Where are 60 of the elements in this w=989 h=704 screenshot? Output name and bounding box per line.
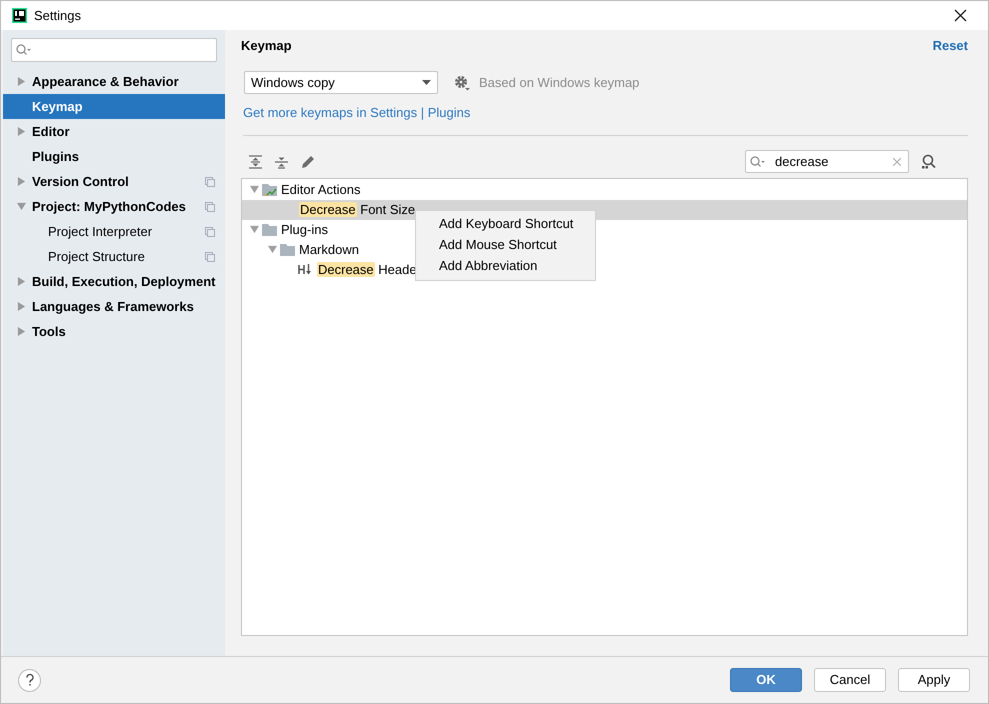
expanded-arrow-icon[interactable] <box>17 202 26 211</box>
sidebar-item[interactable]: Plugins <box>3 144 225 169</box>
copy-icon <box>205 202 215 212</box>
reset-link[interactable]: Reset <box>932 36 968 56</box>
sidebar-item[interactable]: Keymap <box>3 94 225 119</box>
app-logo-icon <box>12 8 27 23</box>
copy-icon <box>205 226 215 236</box>
keymap-dropdown[interactable]: Windows copy <box>244 71 438 94</box>
find-shortcut-icon[interactable] <box>920 154 936 170</box>
help-button[interactable] <box>18 668 41 692</box>
sidebar-item[interactable]: Version Control <box>3 169 225 194</box>
collapsed-arrow-icon[interactable] <box>17 302 26 311</box>
sidebar-item[interactable]: Project Interpreter <box>3 219 225 244</box>
page-title: Keymap <box>241 37 292 56</box>
collapsed-arrow-icon[interactable] <box>17 177 26 186</box>
search-field[interactable] <box>11 38 217 62</box>
tree-item[interactable]: Markdown <box>299 240 359 260</box>
sidebar-item[interactable]: Project Structure <box>3 244 225 269</box>
expanded-arrow-icon[interactable] <box>250 185 258 194</box>
sidebar-item[interactable]: Languages & Frameworks <box>3 294 225 319</box>
copy-icon <box>205 176 215 186</box>
collapsed-arrow-icon[interactable] <box>17 77 26 86</box>
search-icon <box>16 44 31 56</box>
collapsed-arrow-icon[interactable] <box>17 277 26 286</box>
expanded-arrow-icon[interactable] <box>268 245 276 254</box>
tree-item[interactable]: Plug-ins <box>281 220 328 240</box>
folder-icon <box>280 244 295 256</box>
tree-item[interactable]: Decrease Font Size <box>299 200 416 220</box>
expanded-arrow-icon[interactable] <box>250 225 258 234</box>
clear-icon[interactable] <box>893 158 901 166</box>
dialog-button[interactable]: Apply <box>898 668 970 692</box>
menu-item[interactable]: Add Abbreviation <box>416 256 595 276</box>
tree-item[interactable]: Decrease Heade <box>317 260 417 280</box>
sidebar-item[interactable]: Build, Execution, Deployment <box>3 269 225 294</box>
close-icon[interactable] <box>954 9 967 22</box>
plugins-link[interactable]: Get more keymaps in Settings | Plugins <box>243 103 968 122</box>
dialog-button[interactable]: OK <box>730 668 802 692</box>
collapsed-arrow-icon[interactable] <box>17 327 26 336</box>
sidebar-item[interactable]: Tools <box>3 319 225 344</box>
based-on-label: Based on Windows keymap <box>479 74 640 92</box>
dialog-button[interactable]: Cancel <box>814 668 886 692</box>
tree-item[interactable]: Editor Actions <box>281 180 360 200</box>
sidebar-item[interactable]: Project: MyPythonCodes <box>3 194 225 219</box>
pencil-icon[interactable] <box>301 154 315 168</box>
search-icon <box>750 156 765 168</box>
caret-icon <box>422 80 431 85</box>
sidebar-item[interactable]: Editor <box>3 119 225 144</box>
window-title: Settings <box>34 6 81 25</box>
expand-all-icon[interactable] <box>249 154 262 168</box>
folder-chart-icon <box>262 182 278 196</box>
collapsed-arrow-icon[interactable] <box>17 127 26 136</box>
folder-icon <box>262 224 277 236</box>
question-mark-icon <box>26 674 34 686</box>
sidebar-item[interactable]: Appearance & Behavior <box>3 69 225 94</box>
markdown-heading-icon <box>298 264 312 275</box>
search-field[interactable]: decrease <box>745 150 909 173</box>
menu-item[interactable]: Add Mouse Shortcut <box>416 234 595 256</box>
gear-icon[interactable] <box>454 74 470 90</box>
collapse-all-icon[interactable] <box>275 154 288 168</box>
copy-icon <box>205 252 215 262</box>
